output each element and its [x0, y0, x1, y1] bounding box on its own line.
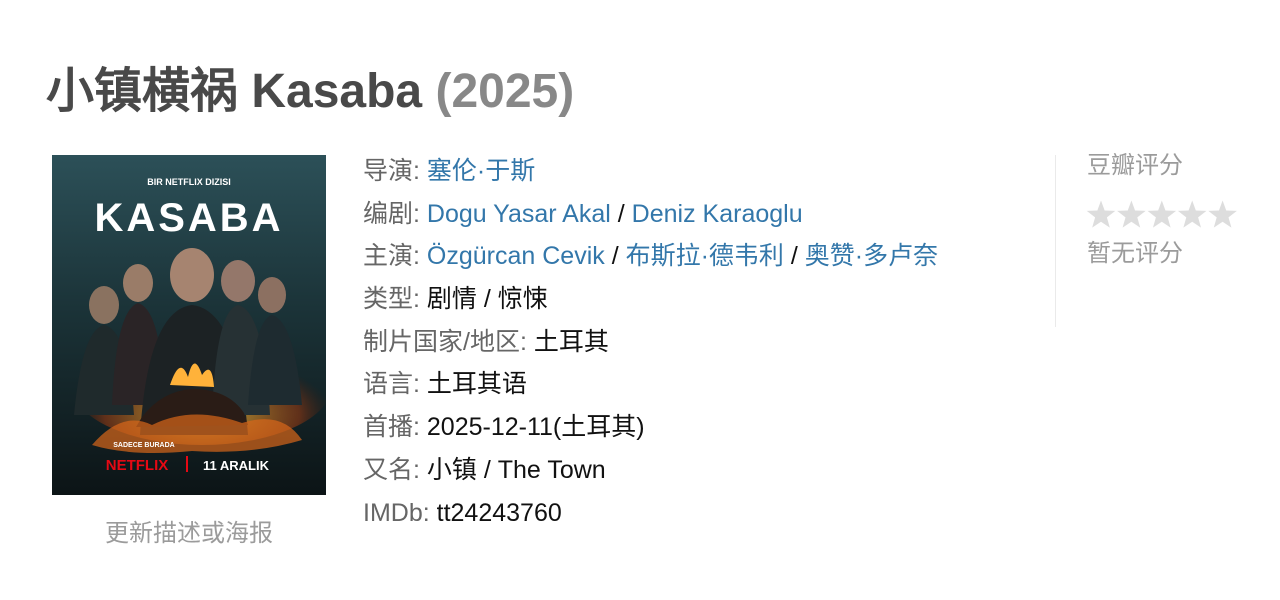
- movie-info: 导演: 塞伦·于斯 编剧: Dogu Yasar Akal / Deniz Ka…: [363, 150, 938, 534]
- cast-separator: /: [604, 242, 626, 271]
- info-row-cast: 主演: Özgürcan Cevik / 布斯拉·德韦利 / 奥赞·多卢奈: [363, 235, 938, 278]
- poster-image[interactable]: BIR NETFLIX DIZISI KASABA SADECE BURADA …: [52, 155, 326, 495]
- director-link[interactable]: 塞伦·于斯: [427, 157, 535, 185]
- movie-page: 小镇横祸 Kasaba (2025) BIR NETFLIX DIZISI KA…: [0, 0, 1280, 600]
- title-year: (2025): [435, 65, 575, 118]
- rating-divider: [1055, 155, 1056, 327]
- premiere-value: 2025-12-11(土耳其): [426, 413, 645, 442]
- rating-star-icon: [1117, 200, 1146, 228]
- title-main: 小镇横祸 Kasaba: [46, 65, 423, 118]
- language-label: 语言:: [363, 370, 420, 399]
- poster-artwork: BIR NETFLIX DIZISI KASABA SADECE BURADA …: [52, 155, 326, 495]
- imdb-value: tt24243760: [436, 498, 562, 527]
- poster-date: 11 ARALIK: [203, 458, 270, 473]
- info-row-genre: 类型: 剧情 / 惊悚: [363, 278, 938, 321]
- info-row-writer: 编剧: Dogu Yasar Akal / Deniz Karaoglu: [363, 193, 938, 236]
- language-value: 土耳其语: [426, 370, 527, 399]
- premiere-label: 首播:: [363, 413, 420, 442]
- writer-separator: /: [610, 199, 632, 228]
- rating-stars: [1086, 200, 1237, 228]
- cast-link[interactable]: Özgürcan Cevik: [427, 242, 605, 270]
- country-label: 制片国家/地区:: [363, 327, 527, 356]
- writer-link[interactable]: Deniz Karaoglu: [632, 200, 803, 228]
- director-label: 导演:: [363, 157, 420, 185]
- info-row-language: 语言: 土耳其语: [363, 363, 938, 406]
- poster-divider: [186, 456, 188, 472]
- info-row-imdb: IMDb: tt24243760: [363, 492, 938, 535]
- writer-label: 编剧:: [363, 199, 420, 228]
- poster-tagline: BIR NETFLIX DIZISI: [147, 177, 231, 187]
- cast-link[interactable]: 奥赞·多卢奈: [805, 242, 938, 270]
- genre-value: 剧情 / 惊悚: [426, 285, 548, 314]
- rating-star-icon: [1208, 200, 1237, 228]
- info-row-premiere: 首播: 2025-12-11(土耳其): [363, 406, 938, 449]
- rating-star-icon: [1086, 200, 1116, 228]
- info-row-country: 制片国家/地区: 土耳其: [363, 321, 938, 364]
- cast-separator: /: [783, 242, 805, 271]
- rating-heading: 豆瓣评分: [1087, 152, 1183, 179]
- info-row-aka: 又名: 小镇 / The Town: [363, 449, 938, 492]
- rating-star-icon: [1177, 200, 1207, 228]
- genre-label: 类型:: [363, 285, 420, 314]
- poster-brand: NETFLIX: [106, 457, 169, 474]
- update-description-link[interactable]: 更新描述或海报: [52, 520, 326, 548]
- aka-label: 又名:: [363, 455, 420, 484]
- info-row-director: 导演: 塞伦·于斯: [363, 150, 938, 193]
- rating-star-icon: [1147, 200, 1177, 228]
- cast-label: 主演:: [363, 242, 420, 271]
- country-value: 土耳其: [533, 327, 609, 356]
- poster-sub-text: SADECE BURADA: [113, 442, 174, 449]
- aka-value: 小镇 / The Town: [426, 455, 606, 484]
- imdb-label: IMDb:: [363, 498, 430, 527]
- no-rating-text: 暂无评分: [1087, 240, 1183, 267]
- cast-link[interactable]: 布斯拉·德韦利: [626, 242, 784, 270]
- page-title: 小镇横祸 Kasaba (2025): [46, 60, 574, 124]
- writer-link[interactable]: Dogu Yasar Akal: [427, 200, 611, 228]
- poster-show-title: KASABA: [94, 196, 283, 240]
